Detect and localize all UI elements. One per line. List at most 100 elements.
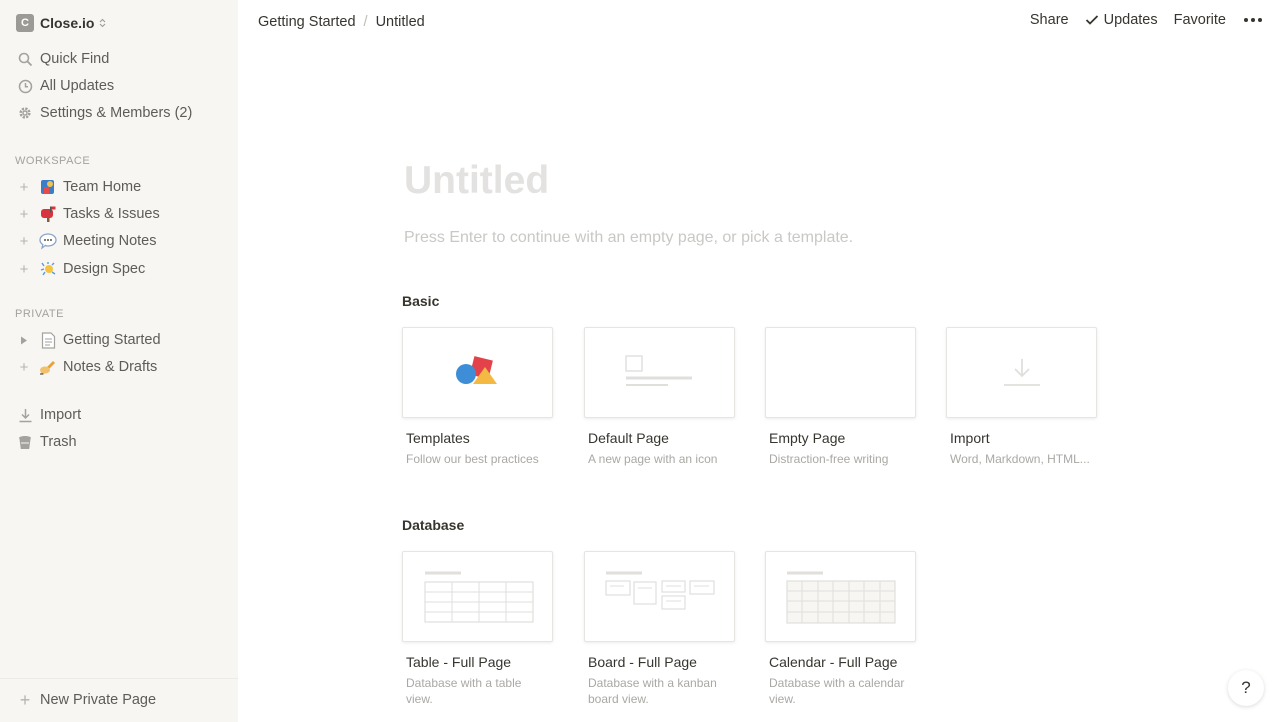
table-icon <box>423 571 534 623</box>
checkmark-icon <box>1085 14 1099 26</box>
default-page-card-preview <box>584 327 735 418</box>
templates-card[interactable]: Templates Follow our best practices <box>402 327 553 467</box>
breadcrumb-untitled[interactable]: Untitled <box>376 14 425 30</box>
database-section-title: Database <box>402 517 465 533</box>
card-title: Templates <box>406 430 470 446</box>
card-desc: Database with a kanban board view. <box>588 676 717 706</box>
download-icon <box>1003 358 1040 386</box>
new-page-label: New Private Page <box>40 692 157 708</box>
workspace-logo: C <box>16 14 34 32</box>
favorite-button[interactable]: Favorite <box>1174 12 1226 28</box>
mailbox-emoji <box>38 204 58 224</box>
add-subpage-icon[interactable]: + <box>16 233 32 250</box>
sidebar-item-label: Import <box>40 407 82 423</box>
default-page-card[interactable]: Default Page A new page with an icon <box>584 327 735 467</box>
workspace-name: Close.io <box>40 15 95 31</box>
sidebar-item-meeting-notes[interactable]: + Meeting Notes <box>16 229 157 253</box>
help-button[interactable]: ? <box>1228 670 1264 706</box>
sidebar-item-design-spec[interactable]: + Design Spec <box>16 257 146 281</box>
add-subpage-icon[interactable]: + <box>16 261 32 278</box>
empty-page-card-preview <box>765 327 916 418</box>
breadcrumb-getting-started[interactable]: Getting Started <box>258 14 356 30</box>
add-subpage-icon[interactable]: + <box>16 206 32 223</box>
sidebar-item-team-home[interactable]: + Team Home <box>16 175 142 199</box>
sidebar-item-getting-started[interactable]: Getting Started <box>16 328 161 352</box>
sidebar-divider <box>0 678 238 679</box>
card-desc: Database with a calendar view. <box>769 676 905 706</box>
search-icon <box>16 50 34 68</box>
card-title: Calendar - Full Page <box>769 654 898 670</box>
topbar: Getting Started / Untitled Share Updates… <box>238 0 1280 46</box>
import-card[interactable]: Import Word, Markdown, HTML... <box>946 327 1097 467</box>
sidebar-item-label: All Updates <box>40 78 115 94</box>
card-title: Import <box>950 430 990 446</box>
breadcrumb: Getting Started / Untitled <box>258 14 425 30</box>
updates-button[interactable]: Updates <box>1085 12 1158 28</box>
import-card-preview <box>946 327 1097 418</box>
empty-page-card[interactable]: Empty Page Distraction-free writing <box>765 327 916 467</box>
card-title: Table - Full Page <box>406 654 512 670</box>
board-full-page-card[interactable]: Board - Full Page Database with a kanban… <box>584 551 735 707</box>
sidebar-item-label: Notes & Drafts <box>63 359 158 375</box>
section-label-private: PRIVATE <box>15 308 64 320</box>
sidebar-item-label: Settings & Members (2) <box>40 105 193 121</box>
card-desc: Word, Markdown, HTML... <box>950 452 1090 466</box>
trash-icon <box>16 433 34 451</box>
board-icon <box>604 571 715 610</box>
card-desc: Distraction-free writing <box>769 452 889 466</box>
sidebar-trash[interactable]: Trash <box>16 430 77 454</box>
breadcrumb-separator: / <box>363 14 368 30</box>
basic-section-title: Basic <box>402 293 440 309</box>
default-page-icon <box>624 354 692 386</box>
sidebar-all-updates[interactable]: All Updates <box>16 74 114 98</box>
add-subpage-icon[interactable]: + <box>16 179 32 196</box>
card-desc: Follow our best practices <box>406 452 539 466</box>
sidebar-item-label: Getting Started <box>63 332 161 348</box>
sidebar-item-label: Trash <box>40 434 77 450</box>
sidebar-settings-members[interactable]: Settings & Members (2) <box>16 101 192 125</box>
sparkle-emoji <box>38 259 58 279</box>
add-subpage-icon[interactable]: + <box>16 359 32 376</box>
board-card-preview <box>584 551 735 642</box>
calendar-icon <box>785 571 896 624</box>
sidebar-item-label: Meeting Notes <box>63 233 157 249</box>
page-title-input[interactable]: Untitled <box>404 159 549 203</box>
table-full-page-card[interactable]: Table - Full Page Database with a table … <box>402 551 553 707</box>
sidebar-item-notes-drafts[interactable]: + Notes & Drafts <box>16 355 158 379</box>
chevron-updown-icon <box>99 18 106 28</box>
calendar-full-page-card[interactable]: Calendar - Full Page Database with a cal… <box>765 551 916 707</box>
workspace-switcher[interactable]: C Close.io <box>16 13 106 33</box>
calendar-card-preview <box>765 551 916 642</box>
share-button[interactable]: Share <box>1030 12 1069 28</box>
gear-icon <box>16 104 34 122</box>
expand-triangle-icon[interactable] <box>16 332 32 348</box>
table-card-preview <box>402 551 553 642</box>
top-actions: Share Updates Favorite <box>1014 12 1262 28</box>
sidebar: C Close.io Quick Find All Updates Settin… <box>0 0 238 722</box>
card-desc: Database with a table view. <box>406 676 522 706</box>
sidebar-item-tasks-issues[interactable]: + Tasks & Issues <box>16 202 160 226</box>
sidebar-item-label: Team Home <box>63 179 142 195</box>
card-desc: A new page with an icon <box>588 452 718 466</box>
shapes-icon <box>455 355 497 384</box>
new-private-page-button[interactable]: + New Private Page <box>16 688 156 712</box>
sidebar-import[interactable]: Import <box>16 403 81 427</box>
sidebar-quick-find[interactable]: Quick Find <box>16 47 109 71</box>
card-title: Default Page <box>588 430 669 446</box>
sidebar-item-label: Design Spec <box>63 261 146 277</box>
sidebar-item-label: Quick Find <box>40 51 110 67</box>
main-content: Untitled Press Enter to continue with an… <box>238 46 1280 722</box>
card-title: Empty Page <box>769 430 846 446</box>
writing-hand-emoji <box>38 357 58 377</box>
updates-label: Updates <box>1103 12 1158 28</box>
page-hint: Press Enter to continue with an empty pa… <box>404 229 854 246</box>
section-label-workspace: WORKSPACE <box>15 155 91 167</box>
card-title: Board - Full Page <box>588 654 697 670</box>
more-options-icon[interactable] <box>1244 18 1262 22</box>
templates-card-preview <box>402 327 553 418</box>
team-home-emoji <box>38 177 58 197</box>
clock-icon <box>16 77 34 95</box>
document-icon <box>38 330 58 350</box>
sidebar-item-label: Tasks & Issues <box>63 206 160 222</box>
import-icon <box>16 406 34 424</box>
